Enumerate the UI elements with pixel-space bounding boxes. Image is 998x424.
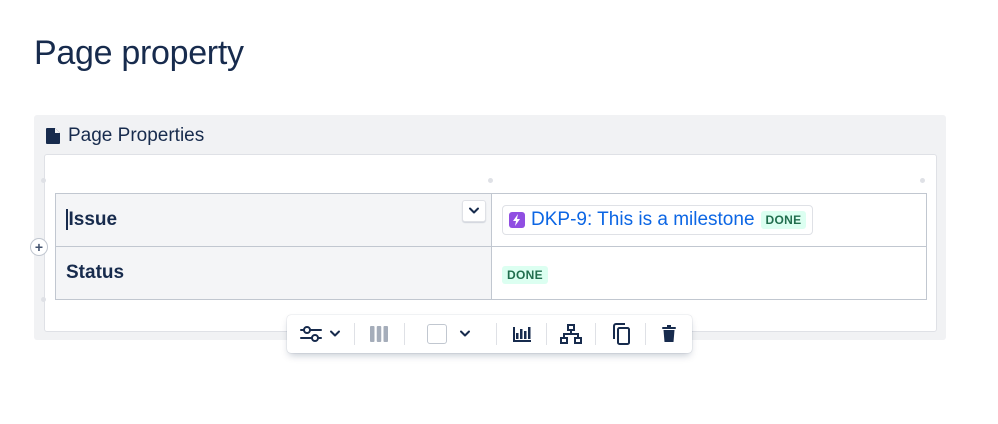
value-cell-status[interactable]: DONE	[491, 246, 927, 300]
table-options-button[interactable]	[295, 315, 345, 353]
table-options-icon	[300, 326, 322, 342]
toolbar-divider	[404, 323, 405, 345]
insert-row-button[interactable]: +	[30, 238, 48, 256]
issue-link[interactable]: DKP-9: This is a milestone	[531, 209, 755, 231]
delete-icon	[662, 325, 676, 342]
column-layout-icon	[370, 326, 388, 342]
chevron-down-icon	[460, 330, 470, 337]
epic-icon	[509, 212, 525, 228]
hierarchy-icon	[560, 324, 582, 344]
toolbar-divider	[496, 323, 497, 345]
chevron-down-icon	[330, 330, 340, 337]
toolbar-divider	[645, 323, 646, 345]
page-properties-macro[interactable]: Page Properties Issue DKP-9: This is a m…	[34, 115, 946, 340]
copy-button[interactable]	[605, 315, 637, 353]
toolbar-divider	[546, 323, 547, 345]
chart-icon	[513, 327, 531, 342]
table-handle-dot[interactable]	[920, 178, 925, 183]
key-cell-status[interactable]: Status	[55, 246, 492, 300]
table-handle-dot[interactable]	[41, 178, 46, 183]
background-color-icon	[427, 324, 447, 344]
toolbar-divider	[595, 323, 596, 345]
column-layout-button[interactable]	[363, 315, 395, 353]
properties-table: Issue DKP-9: This is a milestone DONE St…	[55, 193, 927, 300]
text-cursor	[66, 209, 68, 231]
table-row: Issue DKP-9: This is a milestone DONE	[55, 193, 927, 247]
document-icon	[46, 128, 60, 144]
issue-chip[interactable]: DKP-9: This is a milestone DONE	[502, 205, 814, 235]
table-handle-dot[interactable]	[41, 297, 46, 302]
macro-header: Page Properties	[46, 125, 204, 147]
hierarchy-button[interactable]	[555, 315, 587, 353]
table-row: Status DONE	[55, 246, 927, 300]
table-handle-dot[interactable]	[488, 178, 493, 183]
status-lozenge: DONE	[502, 265, 548, 284]
key-cell-issue[interactable]: Issue	[55, 193, 492, 247]
copy-icon	[613, 323, 630, 345]
editor-area[interactable]: Issue DKP-9: This is a milestone DONE St…	[41, 154, 937, 332]
key-label: Status	[66, 262, 125, 283]
macro-title: Page Properties	[68, 125, 205, 146]
background-color-button[interactable]	[425, 315, 473, 353]
chevron-down-icon	[469, 207, 479, 214]
page-title: Page property	[34, 34, 244, 72]
insert-chart-button[interactable]	[506, 315, 538, 353]
delete-button[interactable]	[653, 315, 685, 353]
table-floating-toolbar	[287, 315, 692, 353]
toolbar-divider	[354, 323, 355, 345]
value-cell-issue[interactable]: DKP-9: This is a milestone DONE	[491, 193, 927, 247]
key-label: Issue	[68, 209, 118, 230]
cell-options-button[interactable]	[462, 200, 486, 222]
issue-status-lozenge: DONE	[760, 211, 807, 229]
